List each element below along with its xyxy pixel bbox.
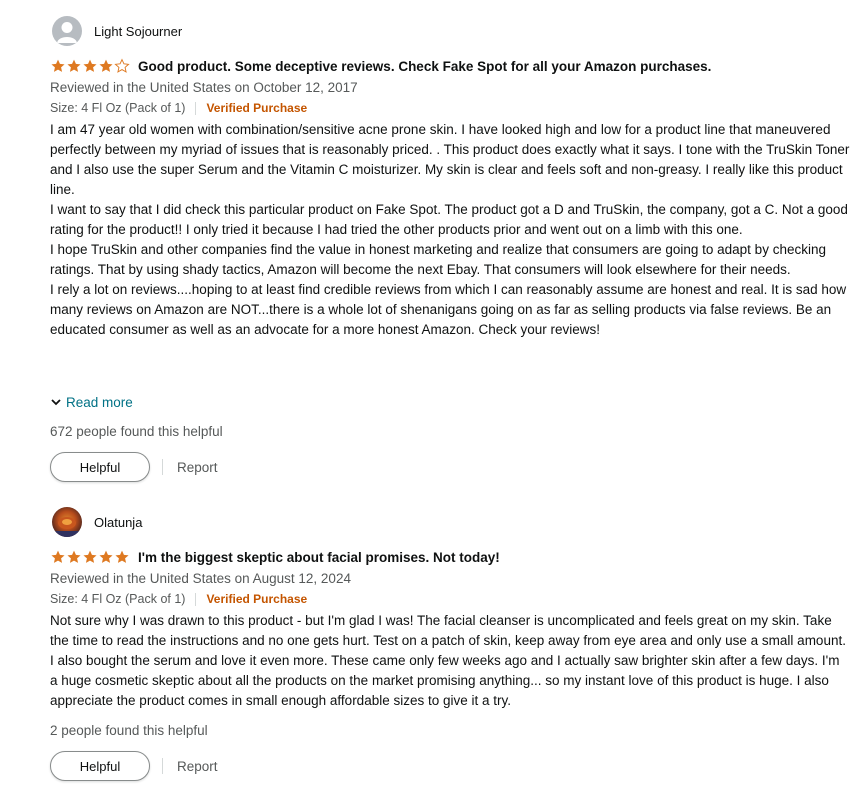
star-filled-icon [67,59,81,72]
divider [195,101,197,115]
review-format-row: Size: 4 Fl Oz (Pack of 1) Verified Purch… [50,589,850,609]
chevron-down-icon [51,399,61,406]
star-rating [50,58,130,74]
review-paragraph: I hope TruSkin and other companies find … [50,242,826,277]
reviewer-profile[interactable]: Light Sojourner [52,14,850,48]
star-outline-icon [114,58,130,73]
review-actions: Helpful Report [50,452,850,482]
product-size[interactable]: Size: 4 Fl Oz (Pack of 1) [50,98,185,118]
review-card: Olatunja I'm the biggest skeptic about f… [50,505,850,781]
text-fade-overlay [50,370,850,388]
reviewer-profile[interactable]: Olatunja [52,505,850,539]
person-silhouette-icon [57,22,77,43]
star-rating [50,549,130,565]
helpful-count: 672 people found this helpful [50,424,223,439]
divider [195,592,197,606]
verified-purchase-badge: Verified Purchase [206,592,308,606]
review-paragraph: Not sure why I was drawn to this product… [50,613,846,708]
reviewer-name: Olatunja [94,514,143,530]
star-filled-icon [83,59,97,72]
avatar [52,507,82,537]
star-filled-icon [99,59,113,72]
review-body: I am 47 year old women with combination/… [50,120,850,388]
star-filled-icon [99,550,113,563]
star-filled-icon [115,550,129,563]
avatar [52,16,82,46]
review-title: Good product. Some deceptive reviews. Ch… [138,58,712,74]
review-paragraph: I rely a lot on reviews....hoping to at … [50,282,847,337]
report-link[interactable]: Report [177,460,218,475]
review-actions: Helpful Report [50,751,850,781]
review-title-row[interactable]: Good product. Some deceptive reviews. Ch… [50,56,850,76]
star-filled-icon [51,59,65,72]
product-size[interactable]: Size: 4 Fl Oz (Pack of 1) [50,589,185,609]
helpful-button[interactable]: Helpful [50,751,150,781]
review-paragraph: I am 47 year old women with combination/… [50,122,850,197]
review-paragraph: I want to say that I did check this part… [50,202,848,237]
star-filled-icon [67,550,81,563]
star-filled-icon [51,550,65,563]
helpful-button[interactable]: Helpful [50,452,150,482]
read-more-label: Read more [66,394,133,410]
report-link[interactable]: Report [177,759,218,774]
reviewer-name: Light Sojourner [94,23,183,39]
helpful-count: 2 people found this helpful [50,723,208,738]
divider [162,758,163,774]
review-title: I'm the biggest skeptic about facial pro… [138,549,500,565]
review-title-row[interactable]: I'm the biggest skeptic about facial pro… [50,547,850,567]
divider [162,459,163,475]
review-card: Light Sojourner Good product. Some decep… [50,14,850,482]
review-date: Reviewed in the United States on August … [50,571,351,586]
review-format-row: Size: 4 Fl Oz (Pack of 1) Verified Purch… [50,98,850,118]
verified-purchase-badge: Verified Purchase [206,101,308,115]
read-more-link[interactable]: Read more [50,390,850,414]
profile-photo-icon [52,517,82,537]
star-filled-icon [83,550,97,563]
review-body: Not sure why I was drawn to this product… [50,611,850,711]
review-date: Reviewed in the United States on October… [50,80,358,95]
